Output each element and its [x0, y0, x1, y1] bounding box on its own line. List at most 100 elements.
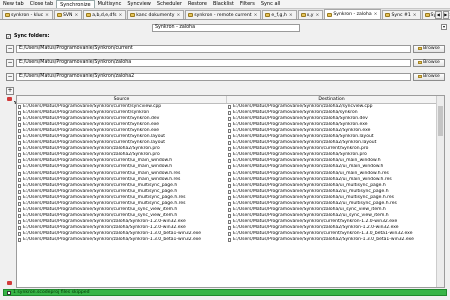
info-icon [7, 290, 11, 295]
remove-folder-button[interactable]: − [6, 44, 14, 53]
tab-scroll-left-icon[interactable]: ◀ [435, 11, 442, 19]
folder-path-input[interactable]: E:/Users/Matus/Programovanie/Synkron/cur… [16, 44, 411, 53]
file-icon [18, 117, 21, 122]
file-icon [18, 232, 21, 236]
menu-item-sync-all[interactable]: Sync all [258, 0, 283, 8]
file-icon [18, 195, 21, 200]
tab-label: x,y [306, 12, 314, 18]
file-icon [228, 195, 231, 200]
add-folder-button[interactable]: + [6, 87, 14, 95]
file-icon [228, 219, 231, 224]
close-tab-icon[interactable]: × [413, 13, 417, 18]
collapse-icon[interactable]: ▾ [441, 24, 447, 30]
file-icon [228, 207, 231, 212]
file-icon [18, 153, 21, 158]
close-tab-icon[interactable]: × [118, 13, 122, 18]
browse-button[interactable]: Browse [413, 44, 445, 53]
log-gutter [6, 95, 14, 288]
file-icon [228, 225, 231, 230]
tab-scroll-buttons: ◀ ▶ [435, 11, 449, 19]
file-icon [228, 111, 231, 116]
browse-label: Browse [423, 45, 440, 51]
menu-item-multisync[interactable]: Multisync [95, 0, 125, 8]
browse-button[interactable]: Browse [413, 72, 445, 81]
tab[interactable]: x,y × [297, 10, 324, 19]
folder-icon [418, 46, 423, 51]
close-tab-icon[interactable]: × [176, 13, 180, 18]
file-icon [228, 153, 231, 158]
column-header-destination[interactable]: Destination [227, 96, 437, 103]
tab-label: e_f,g,h [271, 12, 287, 18]
folder-icon [385, 13, 391, 17]
sync-folders-header[interactable]: ✓ Sync folders: [6, 34, 49, 39]
remove-folder-button[interactable]: − [6, 58, 14, 67]
status-text: 1 synkron.scodeproj files skipped [13, 290, 90, 295]
file-icon [18, 207, 21, 212]
column-header-source[interactable]: Source [17, 96, 227, 103]
tab[interactable]: SVN × [53, 10, 83, 19]
file-icon [228, 159, 231, 164]
menu-item-close-tab[interactable]: Close tab [27, 0, 56, 8]
file-icon [18, 123, 21, 128]
folder-icon [265, 13, 271, 17]
folder-icon [424, 13, 430, 17]
menu-item-syncview[interactable]: Syncview [124, 0, 154, 8]
folder-icon [188, 13, 194, 17]
table-row[interactable]: E:/Users/Matus/Programovanie/Synkron/zal… [17, 237, 444, 243]
file-icon [18, 135, 21, 140]
folder-icon [418, 60, 423, 65]
scrollbar-thumb[interactable] [438, 106, 443, 136]
file-icon [228, 183, 231, 188]
tab[interactable]: kanc dokumenty × [127, 10, 185, 19]
browse-button[interactable]: Browse [413, 58, 445, 67]
menu-item-synchronize[interactable]: Synchronize [56, 0, 95, 8]
sync-folders-checkbox[interactable]: ✓ [6, 34, 11, 39]
destination-cell: E:/Users/Matus/Programovanie/Synkron/zal… [227, 237, 437, 243]
file-icon [18, 171, 21, 176]
menu-item-filters[interactable]: Filters [237, 0, 258, 8]
file-icon [228, 213, 231, 218]
file-icon [18, 189, 21, 194]
tab[interactable]: Sync #1 × [382, 10, 421, 19]
source-cell: E:/Users/Matus/Programovanie/Synkron/zal… [17, 237, 227, 243]
folder-row: − E:/Users/Matus/Programovanie/Synkron/z… [6, 72, 445, 81]
task-name-input[interactable]: Synkron - zaloha [152, 24, 300, 32]
vertical-scrollbar[interactable] [436, 96, 444, 287]
file-icon [228, 232, 231, 236]
table-body: E:/Users/Matus/Programovanie/Synkron/cur… [17, 104, 444, 243]
close-tab-icon[interactable]: × [45, 13, 49, 18]
close-tab-icon[interactable]: × [289, 13, 293, 18]
file-icon [18, 105, 21, 110]
tab-label: synkron - kluc [11, 12, 44, 18]
tab[interactable]: e_f,g,h × [262, 10, 297, 19]
file-icon [18, 159, 21, 164]
folder-path-input[interactable]: E:/Users/Matus/Programovanie/Synkron/zal… [16, 72, 411, 81]
delete-icon[interactable] [7, 281, 12, 285]
delete-icon[interactable] [7, 97, 12, 101]
status-bar: 1 synkron.scodeproj files skipped [3, 289, 447, 296]
file-icon [228, 123, 231, 128]
tab[interactable]: synkron - kluc × [2, 10, 53, 19]
folder-icon [300, 13, 306, 17]
menu-item-restore[interactable]: Restore [185, 0, 210, 8]
close-tab-icon[interactable]: × [254, 13, 258, 18]
file-icon [228, 177, 231, 182]
file-icon [18, 141, 21, 146]
tab[interactable]: a,b,d,e,dfs × [83, 10, 127, 19]
close-tab-icon[interactable]: × [316, 13, 320, 18]
close-tab-icon[interactable]: × [374, 12, 378, 17]
remove-folder-button[interactable]: − [6, 72, 14, 81]
close-tab-icon[interactable]: × [74, 13, 78, 18]
menu-item-blacklist[interactable]: Blacklist [210, 0, 237, 8]
menu-item-scheduler[interactable]: Scheduler [154, 0, 185, 8]
file-icon [228, 141, 231, 146]
file-icon [18, 201, 21, 206]
tab-scroll-right-icon[interactable]: ▶ [442, 11, 449, 19]
menu-item-new-tab[interactable]: New tab [0, 0, 27, 8]
sync-log-table: Source Destination E:/Users/Matus/Progra… [16, 95, 445, 288]
menu-bar: New tab Close tab Synchronize Multisync Sync… [0, 0, 450, 9]
tab[interactable]: synkron - remote current × [185, 10, 262, 19]
folder-path-input[interactable]: E:/Users/Matus/Programovanie/Synkron/zal… [16, 58, 411, 67]
tab[interactable]: Synkron - zaloha × [324, 9, 382, 19]
folder-icon [5, 13, 10, 17]
